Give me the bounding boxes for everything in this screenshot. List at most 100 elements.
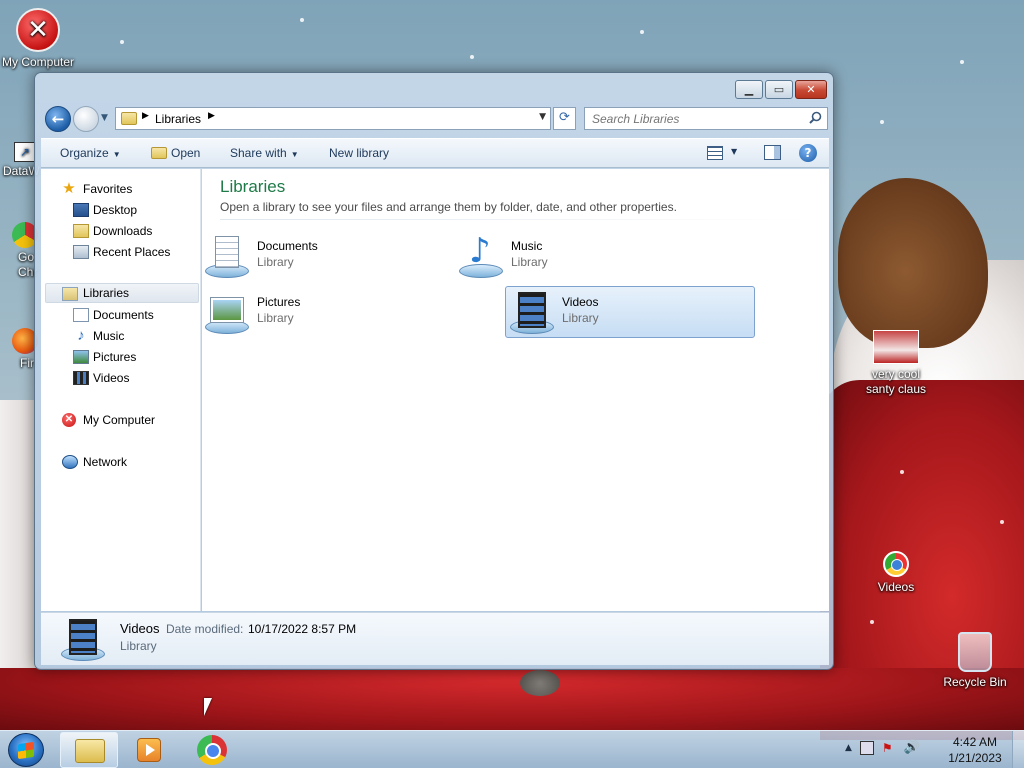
breadcrumb-libraries[interactable]: Libraries — [155, 112, 201, 126]
desktop-icon-videos[interactable]: Videos — [858, 551, 934, 594]
nav-item-documents[interactable]: Documents — [41, 305, 201, 325]
search-box[interactable] — [584, 107, 828, 130]
search-icon[interactable] — [809, 111, 822, 124]
library-tile-music[interactable]: ♪ Music Library — [455, 231, 705, 283]
search-input[interactable] — [592, 109, 802, 129]
recent-places-icon — [73, 245, 89, 259]
start-button[interactable] — [8, 733, 44, 767]
bottom-coat-art — [0, 668, 1024, 730]
window-controls: ▁ ▭ ✕ — [733, 80, 827, 99]
volume-speaker-icon[interactable]: 🔊 — [904, 741, 920, 755]
desktop-icon-santy-claus[interactable]: very cool santy claus — [858, 330, 934, 397]
open-button[interactable]: Open — [151, 146, 200, 160]
library-type: Library — [257, 311, 294, 325]
nav-item-downloads[interactable]: Downloads — [41, 221, 201, 241]
pictures-library-icon — [203, 290, 249, 336]
details-pane: Videos Date modified: 10/17/2022 8:57 PM… — [41, 612, 829, 665]
nav-item-videos[interactable]: Videos — [41, 368, 201, 388]
breadcrumb-chevron-icon[interactable]: ▶ — [142, 111, 149, 121]
help-icon[interactable]: ? — [799, 144, 817, 162]
selected-item-type: Library — [120, 639, 157, 653]
music-note-icon: ♪ — [77, 327, 85, 344]
nav-item-label: Pictures — [93, 350, 137, 364]
videos-library-icon — [508, 290, 554, 336]
music-library-icon: ♪ — [457, 234, 503, 280]
snowflake — [900, 470, 904, 474]
maximize-button[interactable]: ▭ — [765, 80, 793, 99]
taskbar-chrome-button[interactable] — [183, 732, 241, 768]
selected-item-name: Videos — [120, 621, 160, 636]
preview-pane-icon[interactable] — [764, 145, 781, 160]
nav-item-libraries[interactable]: Libraries — [45, 283, 199, 303]
explorer-window: ▁ ▭ ✕ ← ▼ ▶ Libraries ▶ ▼ ⟳ Organize▼ Op… — [34, 72, 834, 670]
library-tile-pictures[interactable]: Pictures Library — [201, 287, 451, 339]
new-library-button[interactable]: New library — [329, 146, 389, 160]
organize-button[interactable]: Organize ▼ — [60, 146, 121, 160]
library-tile-videos[interactable]: Videos Library — [505, 286, 755, 338]
organize-label: Organize — [60, 146, 109, 160]
nav-item-recent-places[interactable]: Recent Places — [41, 242, 201, 262]
mouse-pointer-icon — [204, 698, 212, 716]
library-type: Library — [511, 255, 548, 269]
star-icon: ★ — [62, 180, 76, 197]
nav-item-desktop[interactable]: Desktop — [41, 200, 201, 220]
show-hidden-icons-icon[interactable]: ▲ — [845, 743, 852, 753]
share-with-label: Share with — [230, 146, 287, 160]
share-with-button[interactable]: Share with ▼ — [230, 146, 299, 160]
libraries-content-pane: Libraries Open a library to see your fil… — [202, 169, 829, 611]
library-name: Music — [511, 239, 543, 253]
taskbar-media-player-button[interactable] — [120, 732, 178, 768]
pictures-icon — [73, 350, 89, 364]
video-film-icon — [73, 371, 89, 385]
nav-item-label: Downloads — [93, 224, 153, 238]
nav-item-favorites[interactable]: ★ Favorites — [41, 179, 201, 199]
nav-item-my-computer[interactable]: ✕ My Computer — [41, 410, 201, 430]
recent-pages-dropdown-icon[interactable]: ▼ — [101, 113, 108, 123]
nav-item-pictures[interactable]: Pictures — [41, 347, 201, 367]
documents-icon — [73, 308, 89, 322]
videos-library-icon — [59, 617, 107, 663]
chevron-down-icon: ▼ — [290, 150, 299, 159]
taskbar-explorer-button[interactable] — [60, 732, 118, 768]
system-clock[interactable]: 4:42 AM 1/21/2023 — [940, 734, 1010, 766]
forward-button[interactable] — [73, 106, 99, 132]
back-button[interactable]: ← — [45, 106, 71, 132]
breadcrumb-chevron-icon[interactable]: ▶ — [208, 111, 215, 121]
page-description: Open a library to see your files and arr… — [220, 200, 677, 214]
snowflake — [870, 620, 874, 624]
image-file-icon — [873, 330, 919, 364]
close-button[interactable]: ✕ — [795, 80, 827, 99]
open-label: Open — [171, 146, 201, 160]
show-desktop-button[interactable] — [1012, 731, 1024, 768]
clock-date: 1/21/2023 — [948, 751, 1002, 765]
nav-item-network[interactable]: Network — [41, 452, 201, 472]
desktop-icon-recycle-bin[interactable]: Recycle Bin — [937, 632, 1013, 689]
change-view-icon[interactable] — [707, 146, 723, 160]
snowflake — [300, 18, 304, 22]
minimize-button[interactable]: ▁ — [735, 80, 763, 99]
my-computer-error-icon: ✕ — [16, 8, 60, 52]
nav-item-label: Desktop — [93, 203, 138, 217]
view-options-dropdown-icon[interactable]: ▼ — [731, 147, 737, 156]
nav-item-music[interactable]: ♪ Music — [41, 326, 201, 346]
library-tile-documents[interactable]: Documents Library — [201, 231, 451, 283]
downloads-folder-icon — [73, 224, 89, 238]
address-bar[interactable]: ▶ Libraries ▶ ▼ — [115, 107, 551, 130]
clock-time: 4:42 AM — [952, 735, 998, 749]
notification-area: ▲ ⚑ 🔊 — [845, 741, 920, 755]
desktop-icon-my-computer[interactable]: ✕ My Computer — [0, 8, 76, 69]
nav-item-label: Favorites — [83, 182, 133, 196]
explorer-folder-icon — [75, 739, 105, 763]
library-name: Videos — [562, 295, 599, 309]
nav-item-label: Libraries — [83, 286, 130, 300]
desktop-icon-label: Recycle Bin — [943, 675, 1007, 689]
coat-button-art — [520, 670, 560, 696]
refresh-button[interactable]: ⟳ — [553, 107, 576, 130]
network-status-icon[interactable] — [859, 741, 874, 755]
snowflake — [120, 40, 124, 44]
action-center-flag-icon[interactable]: ⚑ — [882, 741, 896, 755]
page-title: Libraries — [220, 177, 286, 196]
address-history-dropdown-icon[interactable]: ▼ — [539, 112, 546, 122]
library-type: Library — [257, 255, 294, 269]
snowflake — [640, 30, 644, 34]
